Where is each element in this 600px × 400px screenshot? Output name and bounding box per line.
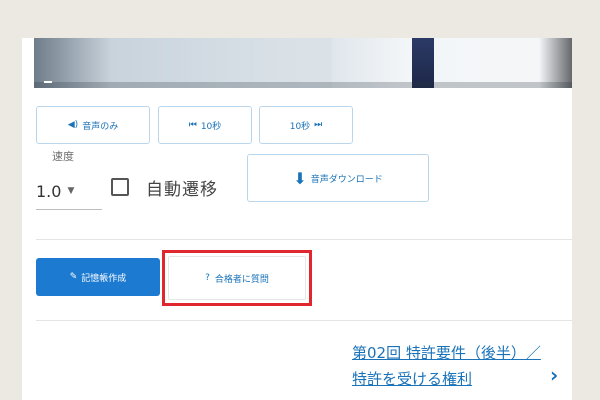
video-progress-indicator [44,81,52,83]
chevron-right-icon[interactable]: › [550,363,558,387]
forward-10s-button[interactable]: 10秒 ⏭ [259,106,353,144]
ask-question-label: 合格者に質問 [214,274,269,285]
divider [36,239,572,240]
chevron-down-icon: ▼ [67,186,75,196]
audio-only-button[interactable]: ◀) 音声のみ [36,106,150,144]
video-frame[interactable] [34,38,572,88]
video-presenter-tie [412,38,434,88]
rewind-icon: ⏮ [188,120,197,130]
create-notebook-button[interactable]: ✎ 記憶帳作成 [36,258,160,296]
edit-icon: ✎ [69,272,78,282]
audio-download-label: 音声ダウンロード [310,174,383,185]
download-icon: ⬇ [293,168,307,188]
speed-value: 1.0 [36,181,62,201]
next-lesson-link[interactable]: 第02回 特許要件（後半）／特許を受ける権利 [352,340,542,392]
speed-label: 速度 [52,150,74,163]
rewind-10s-button[interactable]: ⏮ 10秒 [158,106,252,144]
video-presenter-shirt [332,38,572,88]
rewind-label: 10秒 [200,121,222,132]
ask-question-button[interactable]: ? 合格者に質問 [168,256,306,300]
divider [36,320,572,321]
audio-only-label: 音声のみ [82,121,119,132]
auto-advance-checkbox[interactable] [111,178,129,196]
auto-advance-label: 自動遷移 [146,180,218,200]
fast-forward-icon: ⏭ [314,120,323,130]
video-shadow [539,38,572,88]
speed-select[interactable]: 1.0 ▼ [36,173,102,210]
forward-label: 10秒 [289,121,311,132]
audio-download-button[interactable]: ⬇ 音声ダウンロード [247,154,429,202]
question-icon: ? [205,273,210,283]
lesson-panel: ◀) 音声のみ ⏮ 10秒 10秒 ⏭ 速度 1.0 ▼ 自動遷移 ⬇ 音声ダウ… [22,38,572,400]
video-control-bar[interactable] [34,82,572,88]
create-notebook-label: 記憶帳作成 [81,273,127,284]
audio-icon: ◀) [67,120,79,130]
